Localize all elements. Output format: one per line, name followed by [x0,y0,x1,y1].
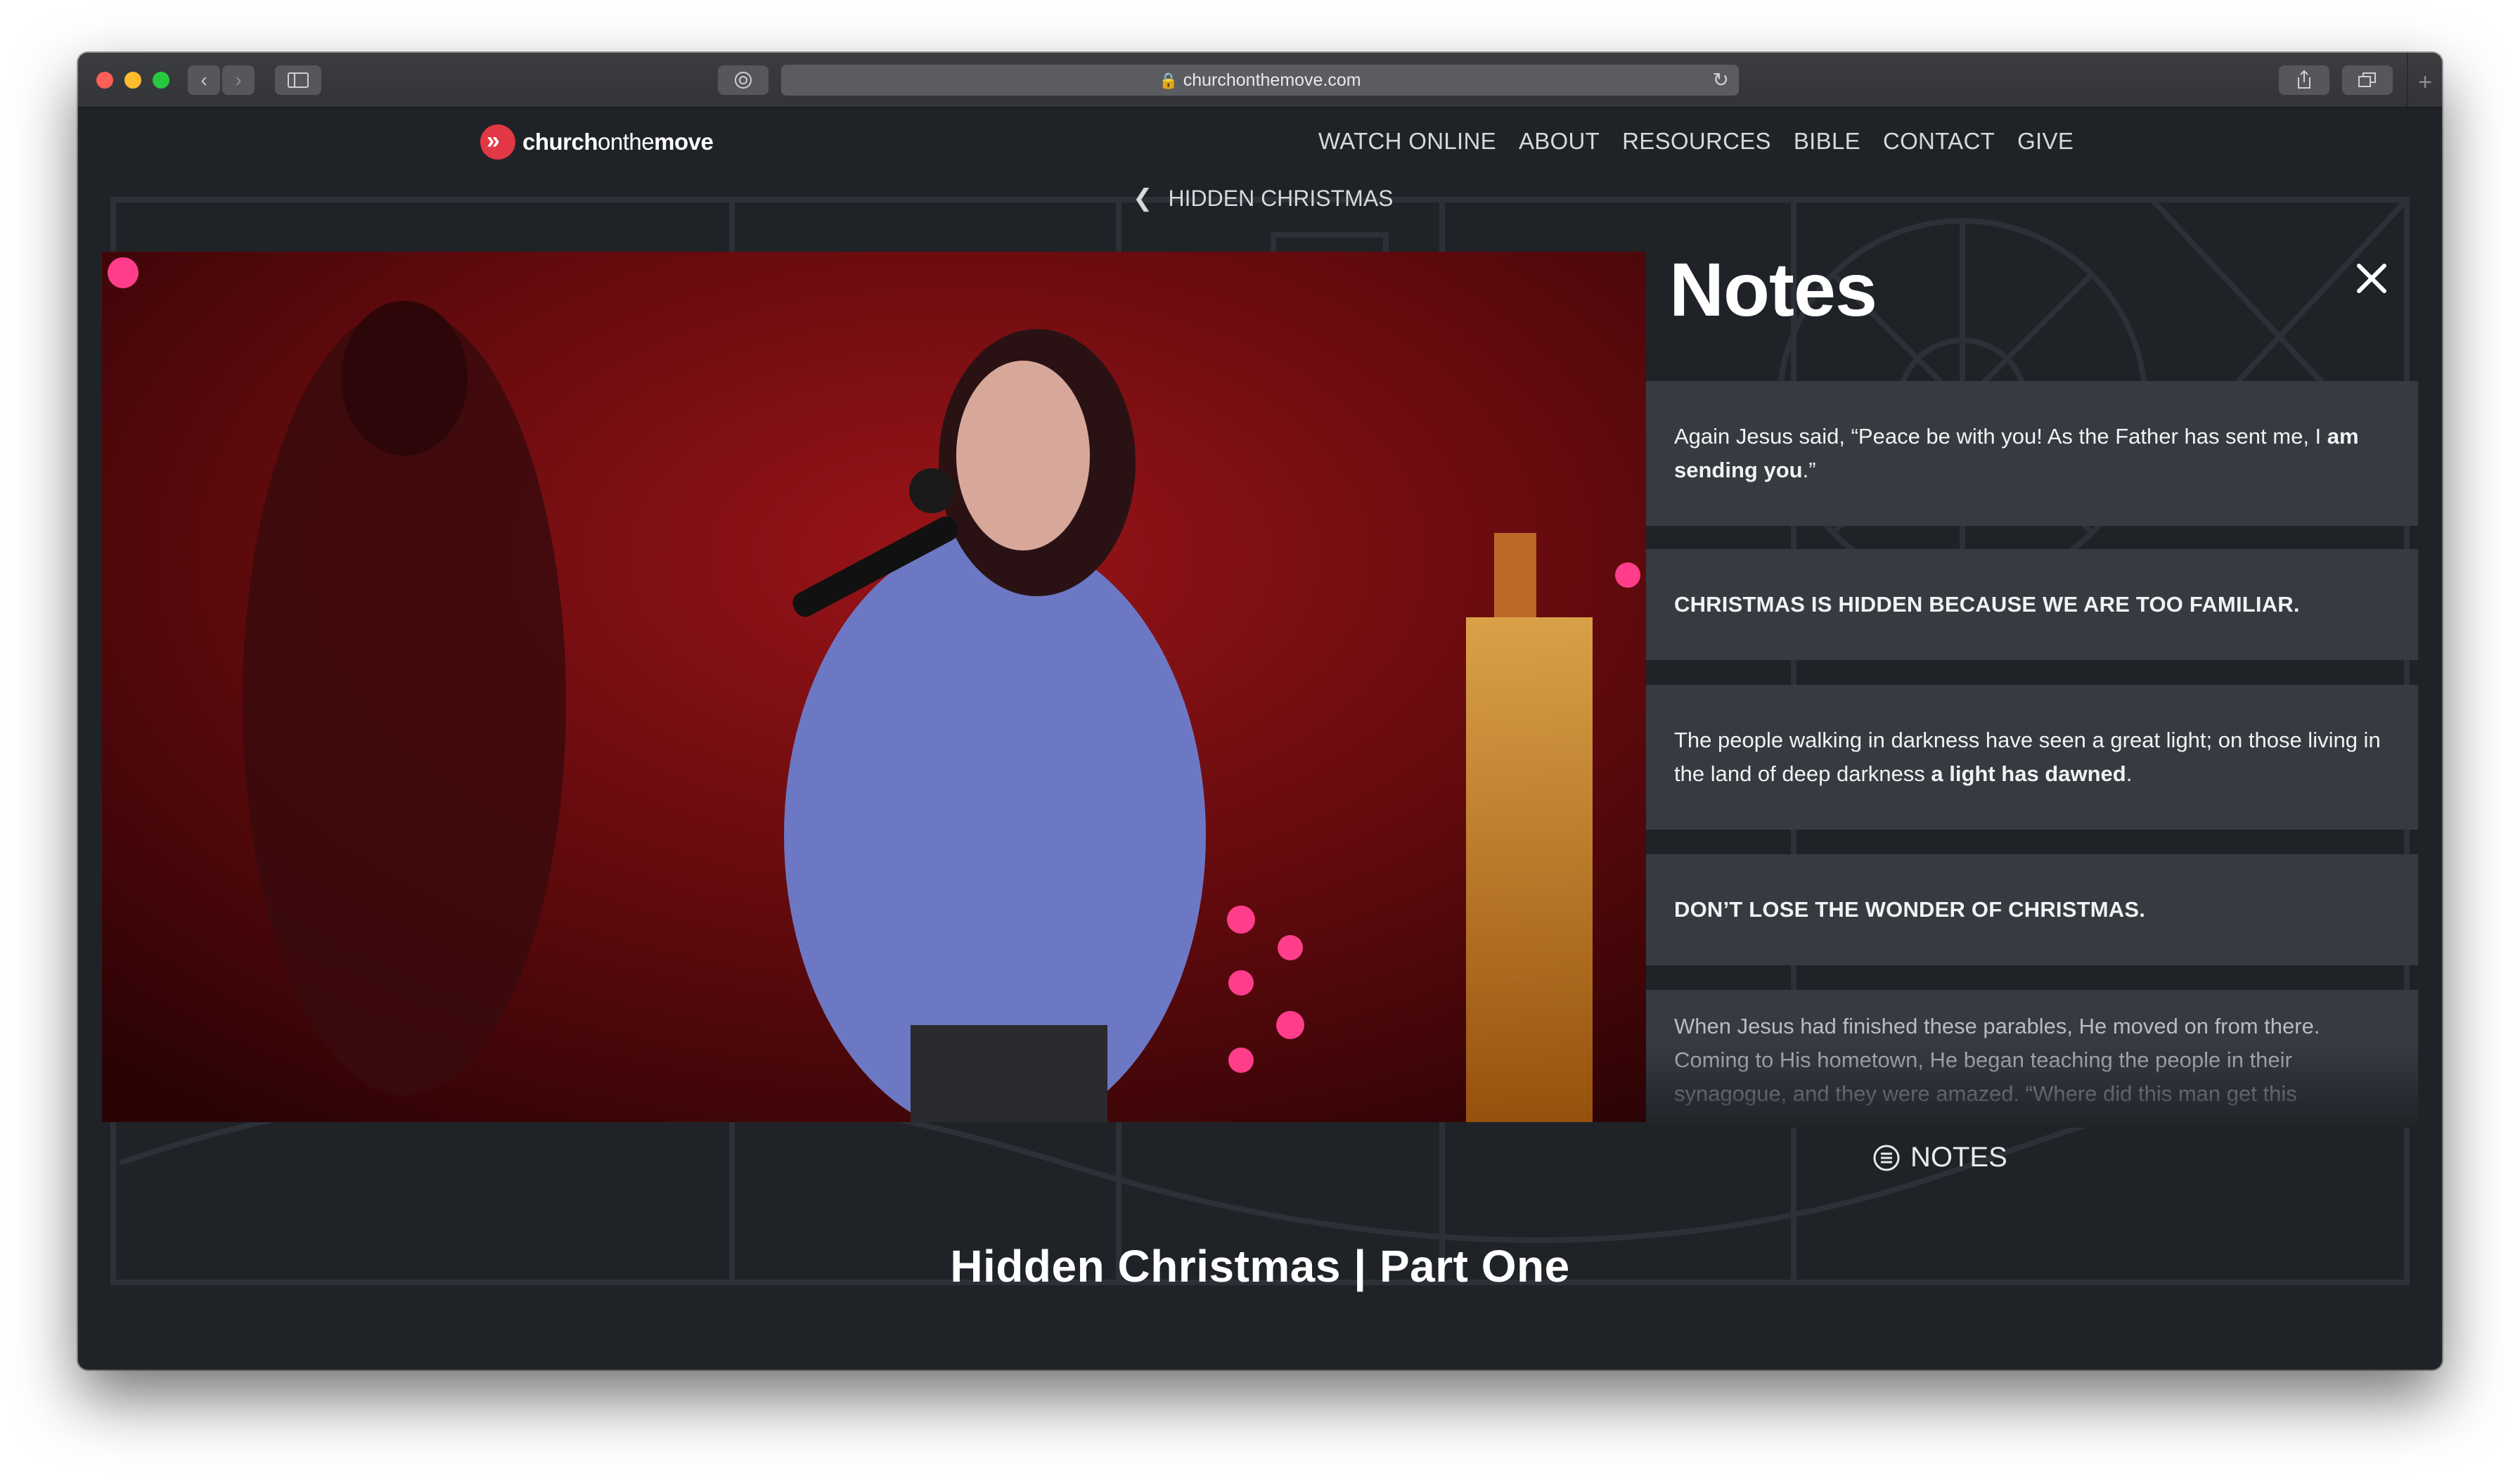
nav-contact[interactable]: CONTACT [1883,128,1995,155]
shield-icon [735,72,752,89]
notes-heading: Notes [1669,247,1877,332]
browser-window: ‹ › 🔒 churchonthemove.com ↻ + » churchon… [78,53,2442,1370]
notes-list-icon [1873,1145,1900,1171]
tabs-icon [2358,72,2376,87]
note-card: The people walking in darkness have seen… [1646,685,2418,830]
address-bar[interactable]: 🔒 churchonthemove.com ↻ [781,65,1739,96]
logo-chevrons-icon: » [480,124,515,160]
lock-icon: 🔒 [1159,72,1178,89]
notes-toggle-button[interactable]: NOTES [1872,1142,2007,1173]
minimize-window-button[interactable] [124,72,141,89]
breadcrumb[interactable]: ❮ HIDDEN CHRISTMAS [1133,184,1394,212]
video-player[interactable] [102,252,1646,1122]
reload-icon[interactable]: ↻ [1713,65,1729,96]
web-page: » churchonthemove WATCH ONLINE ABOUT RES… [78,108,2442,1370]
note-card: Again Jesus said, “Peace be with you! As… [1646,381,2418,526]
privacy-report-button[interactable] [718,65,769,95]
close-icon[interactable] [2353,260,2390,297]
notes-fade-overlay [1646,1043,2418,1128]
video-frame-singer [102,252,1646,1122]
back-button[interactable]: ‹ [188,65,220,95]
new-tab-button[interactable]: + [2407,53,2442,107]
note-card: DON’T LOSE THE WONDER OF CHRISTMAS. [1646,854,2418,965]
site-logo[interactable]: » churchonthemove [480,124,714,160]
notes-toggle-label: NOTES [1910,1142,2007,1173]
nav-give[interactable]: GIVE [2017,128,2074,155]
share-button[interactable] [2279,65,2329,95]
sidebar-toggle-button[interactable] [275,65,321,95]
sidebar-icon [288,72,309,88]
forward-button[interactable]: › [222,65,255,95]
logo-wordmark: churchonthemove [522,129,714,155]
url-text: churchonthemove.com [1183,70,1361,90]
zoom-window-button[interactable] [153,72,169,89]
nav-about[interactable]: ABOUT [1519,128,1600,155]
chevron-left-icon: ❮ [1133,185,1153,212]
share-icon [2298,70,2310,89]
breadcrumb-label: HIDDEN CHRISTMAS [1168,185,1394,211]
page-title: Hidden Christmas | Part One [950,1241,1570,1292]
tab-overview-button[interactable] [2342,65,2393,95]
note-card: CHRISTMAS IS HIDDEN BECAUSE WE ARE TOO F… [1646,549,2418,660]
nav-watch-online[interactable]: WATCH ONLINE [1318,128,1496,155]
nav-bible[interactable]: BIBLE [1794,128,1860,155]
nav-resources[interactable]: RESOURCES [1622,128,1771,155]
close-window-button[interactable] [96,72,113,89]
browser-toolbar: ‹ › 🔒 churchonthemove.com ↻ + [78,53,2442,108]
main-nav: WATCH ONLINE ABOUT RESOURCES BIBLE CONTA… [1318,128,2074,155]
